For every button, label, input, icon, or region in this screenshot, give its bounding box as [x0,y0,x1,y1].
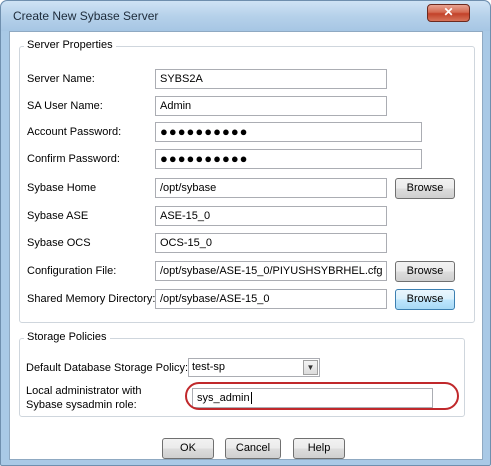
default-storage-policy-dropdown[interactable]: test-sp ▼ [188,358,320,377]
highlight-ring [185,382,459,410]
server-properties-legend: Server Properties [24,39,116,51]
sybase-home-field[interactable]: /opt/sybase [155,178,387,198]
sybase-home-label: Sybase Home [27,182,97,194]
configuration-file-browse-button[interactable]: Browse [395,261,455,282]
configuration-file-field[interactable]: /opt/sybase/ASE-15_0/PIYUSHSYBRHEL.cfg [155,261,387,281]
server-name-label: Server Name: [27,73,95,85]
help-button[interactable]: Help [293,438,345,459]
close-icon: ✕ [443,5,454,19]
shared-memory-directory-browse-button[interactable]: Browse [395,289,455,310]
sybase-ase-label: Sybase ASE [27,210,89,222]
chevron-down-icon[interactable]: ▼ [303,360,318,375]
local-admin-label-line1: Local administrator with [26,385,142,397]
default-storage-policy-value: test-sp [192,361,226,373]
sybase-home-browse-button[interactable]: Browse [395,178,455,199]
account-password-field[interactable]: ●●●●●●●●●● [155,122,422,142]
sybase-ocs-field[interactable]: OCS-15_0 [155,233,387,253]
server-properties-group: Server Properties Server Name: SYBS2A SA… [19,39,475,323]
default-storage-policy-label: Default Database Storage Policy: [26,362,189,374]
dialog-body: Server Properties Server Name: SYBS2A SA… [9,31,483,460]
dialog-window: Create New Sybase Server ✕ Server Proper… [0,0,491,466]
sybase-ase-field[interactable]: ASE-15_0 [155,206,387,226]
sybase-ocs-label: Sybase OCS [27,237,91,249]
configuration-file-label: Configuration File: [27,265,117,277]
confirm-password-label: Confirm Password: [27,153,120,165]
shared-memory-directory-label: Shared Memory Directory: [27,293,156,305]
close-button[interactable]: ✕ [427,4,470,22]
sa-user-name-field[interactable]: Admin [155,96,387,116]
title-bar[interactable]: Create New Sybase Server ✕ [1,1,490,31]
storage-policies-legend: Storage Policies [24,331,110,343]
ok-button[interactable]: OK [162,438,214,459]
local-admin-label-line2: Sybase sysadmin role: [26,399,137,411]
confirm-password-field[interactable]: ●●●●●●●●●● [155,149,422,169]
shared-memory-directory-field[interactable]: /opt/sybase/ASE-15_0 [155,289,387,309]
account-password-label: Account Password: [27,126,122,138]
dialog-title: Create New Sybase Server [13,9,159,23]
server-name-field[interactable]: SYBS2A [155,69,387,89]
sa-user-name-label: SA User Name: [27,100,103,112]
cancel-button[interactable]: Cancel [225,438,281,459]
